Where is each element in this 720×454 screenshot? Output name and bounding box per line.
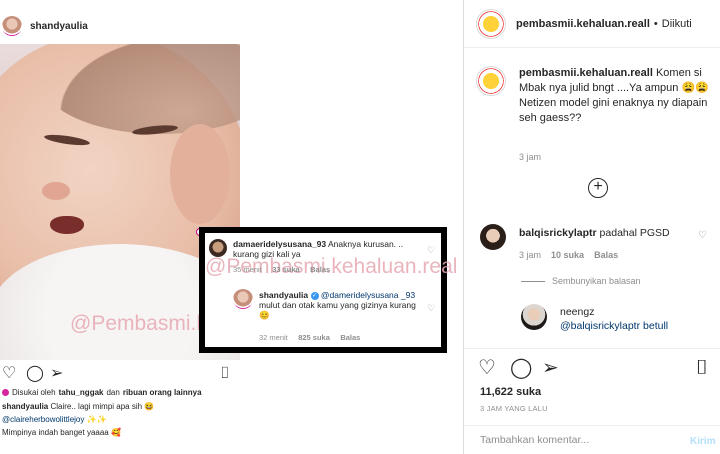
screenshot-caption: shandyaulia Claire.. lagi mimpi apa sih … (2, 402, 154, 411)
liked-by-suffix: dan (106, 388, 120, 397)
comment-1-time: 35 menit (233, 265, 262, 274)
comment-screenshot-inner: @Pembasmi.kehaluan.real damaeridelysusan… (205, 233, 457, 347)
comment-screenshot: @Pembasmi.kehaluan.real damaeridelysusan… (199, 227, 457, 353)
screenshot-post-header: shandyaulia (0, 8, 240, 44)
reply-user: shandyaulia (259, 290, 309, 300)
reply-avatar (233, 289, 253, 309)
heart-icon: ♡ (427, 303, 436, 313)
baby-nose (42, 182, 70, 200)
reply-mention: @dameridelysusana _93 (320, 290, 416, 300)
comment-1-meta: 35 menit 33 suka Balas (233, 265, 330, 274)
comment-icon[interactable]: ◯ (510, 358, 532, 378)
share-icon: ➢ (50, 365, 64, 382)
caption-text: Claire.. lagi mimpi apa sih 😆 (50, 402, 155, 411)
divider-line (521, 281, 545, 282)
reply-comment: shandyaulia ✓ @dameridelysusana _93 mulu… (259, 290, 427, 320)
heart-icon: ♡ (2, 365, 17, 382)
caption-avatar[interactable] (476, 66, 506, 96)
reply-user[interactable]: neengz (560, 306, 594, 318)
caption-user: shandyaulia (2, 402, 49, 411)
author-avatar[interactable] (476, 8, 506, 39)
verified-icon: ✓ (310, 291, 319, 300)
comment-avatar[interactable] (480, 224, 506, 250)
heart-icon[interactable]: ♡ (478, 358, 496, 378)
reply-likes: 825 suka (298, 333, 330, 342)
caption-mention-suffix: ✨✨ (86, 415, 107, 424)
share-icon[interactable]: ➢ (542, 358, 559, 378)
screenshot-username: shandyaulia (30, 20, 88, 32)
actions-divider (464, 348, 720, 349)
caption-body: pembasmii.kehaluan.reall Komen si Mbak n… (519, 66, 719, 126)
screenshot-liked-by: Disukai oleh tahu_nggak dan ribuan orang… (2, 388, 202, 397)
likes-count[interactable]: 11,622 suka (480, 386, 541, 398)
comment-form: Kirim (464, 425, 720, 454)
comment-input[interactable] (480, 434, 680, 446)
post-image: shandyaulia @Pembasmi.kehaluan.real ♡ ◯ … (0, 0, 463, 454)
caption-text-2: Netizen model gini enaknya ny diapain se… (519, 97, 708, 124)
author-username[interactable]: pembasmii.kehaluan.reall (516, 18, 650, 30)
comment-1-time: 3 jam (519, 250, 542, 260)
screenshot-actions: ♡ ◯ ➢ ⌷ (0, 362, 240, 386)
bookmark-icon[interactable]: ⌷ (696, 358, 708, 378)
comment-1-text: padahal PGSD (599, 227, 670, 239)
reply-time: 32 menit (259, 333, 288, 342)
screenshot-caption-mention: @claireherbowolittlejoy ✨✨ (2, 415, 107, 424)
post-sidebar: pembasmii.kehaluan.reall • Diikuti pemba… (463, 0, 720, 454)
following-button[interactable]: Diikuti (662, 18, 692, 30)
comment-1-reply[interactable]: Balas (594, 250, 618, 260)
reply-text: mulut dan otak kamu yang gizinya kurang … (259, 300, 416, 320)
screenshot-avatar (2, 16, 22, 36)
commenter-avatar (209, 239, 227, 257)
comment-1: balqisrickylaptr padahal PGSD (519, 227, 670, 239)
bookmark-icon: ⌷ (220, 365, 230, 382)
caption-mention: @claireherbowolittlejoy (2, 415, 85, 424)
liked-by-others: ribuan orang lainnya (122, 388, 202, 397)
comment-1-user[interactable]: balqisrickylaptr (519, 227, 597, 239)
reply-text: @balqisrickylaptr betull (560, 320, 669, 332)
hide-replies-button[interactable]: Sembunyikan balasan (552, 276, 641, 286)
baby-ear (170, 124, 230, 224)
liked-by-prefix: Disukai oleh (12, 388, 56, 397)
reply-reply: Balas (340, 333, 361, 342)
baby-mouth (50, 216, 84, 234)
liked-by-user: tahu_nggak (58, 388, 104, 397)
reply-meta: 32 menit 825 suka Balas (259, 333, 360, 342)
comment-1-meta: 3 jam 10 suka Balas (519, 250, 618, 260)
heart-icon: ♡ (427, 245, 436, 255)
comment-1-reply: Balas (310, 265, 331, 274)
liker-avatar (2, 389, 9, 396)
comment-1-likes[interactable]: 10 suka (551, 250, 584, 260)
screenshot-caption-line3: Mimpinya indah banget yaaaa 🥰 (2, 428, 121, 437)
page: shandyaulia @Pembasmi.kehaluan.real ♡ ◯ … (0, 0, 720, 454)
comment-1-user: damaeridelysusana_93 (233, 239, 327, 249)
comment-1-likes: 33 suka (272, 265, 300, 274)
caption-username[interactable]: pembasmii.kehaluan.reall (519, 67, 653, 79)
heart-icon[interactable]: ♡ (698, 230, 707, 241)
comment-icon: ◯ (26, 365, 44, 382)
post-timestamp: 3 JAM YANG LALU (480, 404, 548, 413)
comment-1: damaeridelysusana_93 Anaknya kurusan. ..… (233, 239, 429, 259)
caption-time: 3 jam (519, 152, 542, 162)
header-separator: • (653, 17, 658, 30)
add-circle-icon[interactable]: + (588, 178, 608, 198)
post-header: pembasmii.kehaluan.reall • Diikuti (464, 0, 720, 48)
reply-avatar[interactable] (521, 304, 547, 330)
send-button[interactable]: Kirim (690, 436, 716, 447)
